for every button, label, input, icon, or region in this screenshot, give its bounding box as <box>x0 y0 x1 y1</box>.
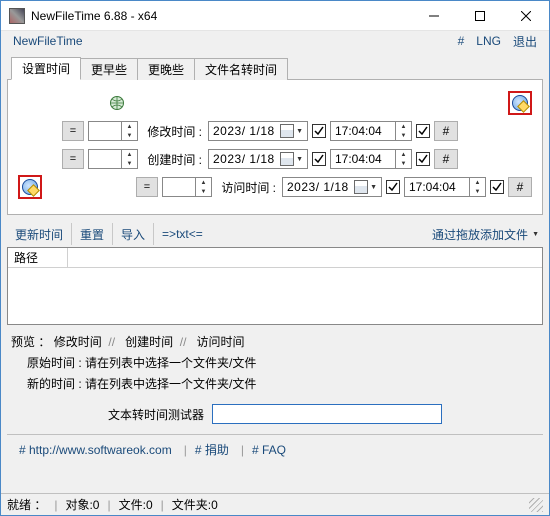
tester-input[interactable] <box>212 404 442 424</box>
time-input-modify[interactable]: 17:04:04▲▼ <box>330 121 412 141</box>
app-window: NewFileTime 6.88 - x64 NewFileTime # LNG… <box>0 0 550 516</box>
check-date-access[interactable] <box>386 180 400 194</box>
export-txt-button[interactable]: =>txt<= <box>154 223 211 245</box>
globe-button[interactable] <box>104 93 130 113</box>
tab-later[interactable]: 更晚些 <box>137 58 195 80</box>
status-objects: 对象:0 <box>54 496 107 513</box>
status-bar: 就绪 ： 对象:0 文件:0 文件夹:0 <box>1 493 549 515</box>
check-date-modify[interactable] <box>312 124 326 138</box>
offset-input-modify[interactable]: ▲▼ <box>88 121 138 141</box>
col-path[interactable]: 路径 <box>8 248 68 267</box>
label-access: 访问时间 : <box>216 179 276 196</box>
status-ready: 就绪 ： <box>7 496 54 513</box>
offset-input-create[interactable]: ▲▼ <box>88 149 138 169</box>
reset-button[interactable]: 重置 <box>72 223 113 245</box>
title-bar: NewFileTime 6.88 - x64 <box>1 1 549 31</box>
link-donate[interactable]: # 捐助 <box>178 441 235 458</box>
check-date-create[interactable] <box>312 152 326 166</box>
link-faq[interactable]: # FAQ <box>235 443 292 457</box>
menu-bar: NewFileTime # LNG 退出 <box>1 31 549 51</box>
menu-app[interactable]: NewFileTime <box>7 34 452 48</box>
tab-panel-set-time: = ▲▼ 修改时间 : 2023/ 1/18▼ 17:04:04▲▼ # = ▲… <box>7 79 543 215</box>
row-modify-time: = ▲▼ 修改时间 : 2023/ 1/18▼ 17:04:04▲▼ # <box>18 118 532 144</box>
eq-button-access[interactable]: = <box>136 177 158 197</box>
date-input-create[interactable]: 2023/ 1/18▼ <box>208 149 308 169</box>
clock-icon <box>18 175 42 199</box>
text-to-time-tester: 文本转时间测试器 <box>7 404 543 424</box>
hash-button-modify[interactable]: # <box>434 121 458 141</box>
tab-earlier[interactable]: 更早些 <box>80 58 138 80</box>
client-area: 设置时间 更早些 更晚些 文件名转时间 = ▲▼ <box>1 51 549 493</box>
window-title: NewFileTime 6.88 - x64 <box>31 9 411 23</box>
app-icon <box>9 8 25 24</box>
action-toolbar: 更新时间 重置 导入 =>txt<= 通过拖放添加文件▼ <box>7 221 543 247</box>
calendar-icon <box>280 152 294 166</box>
minimize-button[interactable] <box>411 1 457 31</box>
footer-links: # http://www.softwareok.com # 捐助 # FAQ <box>7 437 543 462</box>
label-create: 创建时间 : <box>142 151 202 168</box>
update-time-button[interactable]: 更新时间 <box>7 223 72 245</box>
eq-button-modify[interactable]: = <box>62 121 84 141</box>
resize-grip-icon[interactable] <box>529 498 543 512</box>
file-list-header: 路径 <box>8 248 542 268</box>
tab-set-time[interactable]: 设置时间 <box>11 57 81 80</box>
hash-button-create[interactable]: # <box>434 149 458 169</box>
hash-button-access[interactable]: # <box>508 177 532 197</box>
menu-lng[interactable]: LNG <box>470 34 507 48</box>
close-button[interactable] <box>503 1 549 31</box>
time-input-create[interactable]: 17:04:04▲▼ <box>330 149 412 169</box>
clock-icon <box>508 91 532 115</box>
dragdrop-hint[interactable]: 通过拖放添加文件▼ <box>432 226 543 243</box>
maximize-button[interactable] <box>457 1 503 31</box>
file-list[interactable]: 路径 <box>7 247 543 325</box>
label-modify: 修改时间 : <box>142 123 202 140</box>
tab-strip: 设置时间 更早些 更晚些 文件名转时间 <box>11 57 543 79</box>
date-input-access[interactable]: 2023/ 1/18▼ <box>282 177 382 197</box>
check-time-modify[interactable] <box>416 124 430 138</box>
link-website[interactable]: # http://www.softwareok.com <box>13 443 178 457</box>
eq-button-create[interactable]: = <box>62 149 84 169</box>
row-create-time: = ▲▼ 创建时间 : 2023/ 1/18▼ 17:04:04▲▼ # <box>18 146 532 172</box>
preview-header: 预览 ： 修改时间 // 创建时间 // 访问时间 <box>7 331 543 352</box>
menu-hash[interactable]: # <box>452 34 471 48</box>
date-input-modify[interactable]: 2023/ 1/18▼ <box>208 121 308 141</box>
calendar-icon <box>354 180 368 194</box>
status-files: 文件:0 <box>107 496 160 513</box>
time-input-access[interactable]: 17:04:04▲▼ <box>404 177 486 197</box>
status-folders: 文件夹:0 <box>161 496 226 513</box>
row-access-time: = ▲▼ 访问时间 : 2023/ 1/18▼ 17:04:04▲▼ # <box>18 174 532 200</box>
preview-new: 新的时间 : 请在列表中选择一个文件夹/文件 <box>7 373 543 394</box>
menu-exit[interactable]: 退出 <box>507 33 543 50</box>
tester-label: 文本转时间测试器 <box>108 406 204 423</box>
check-time-access[interactable] <box>490 180 504 194</box>
offset-input-access[interactable]: ▲▼ <box>162 177 212 197</box>
preview-original: 原始时间 : 请在列表中选择一个文件夹/文件 <box>7 352 543 373</box>
check-time-create[interactable] <box>416 152 430 166</box>
tab-from-filename[interactable]: 文件名转时间 <box>194 58 288 80</box>
import-button[interactable]: 导入 <box>113 223 154 245</box>
calendar-icon <box>280 124 294 138</box>
